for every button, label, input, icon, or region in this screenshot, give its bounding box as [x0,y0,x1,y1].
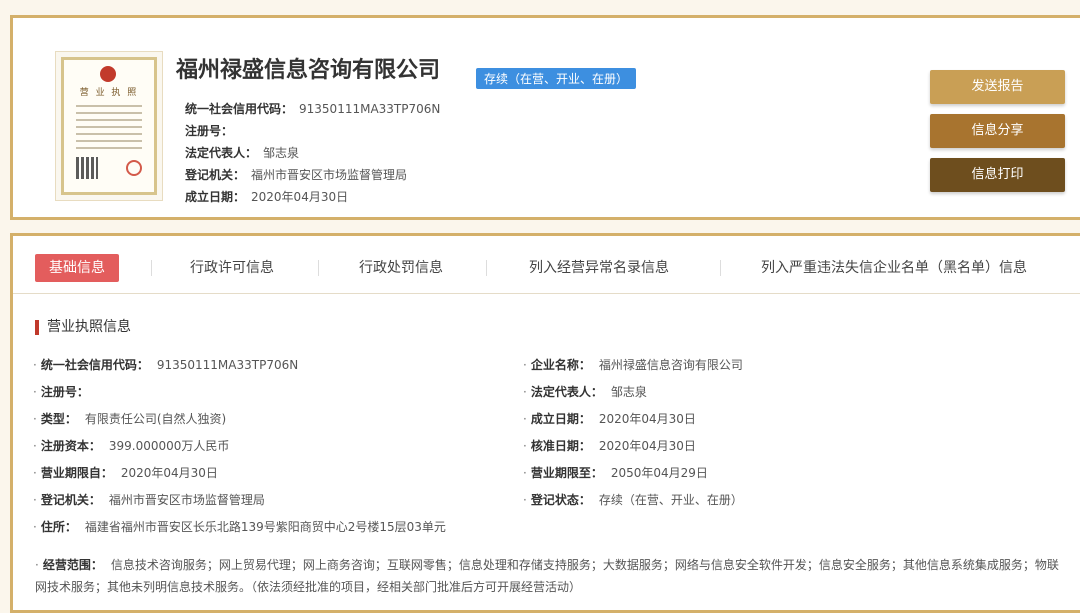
field-value: 邹志泉 [610,385,647,399]
summary-row: 统一社会信用代码： 91350111MA33TP706N [185,98,440,120]
field-label: 登记机关： [40,493,101,507]
company-card: 营 业 执 照 福州禄盛信息咨询有限公司 存续（在营、开业、在册） 统一社会信用… [10,15,1080,220]
field-value: 有限责任公司(自然人独资) [84,412,227,426]
bullet: · [523,439,527,453]
field-value: 福州禄盛信息咨询有限公司 [598,358,743,372]
bullet: · [33,466,37,480]
field-credit-code: · 统一社会信用代码： 91350111MA33TP706N [33,356,298,373]
field-value: 福建省福州市晋安区长乐北路139号紫阳商贸中心2号楼15层03单元 [84,520,446,534]
field-value: 2020年04月30日 [598,412,696,426]
bullet: · [523,358,527,372]
field-reg-number: · 注册号： [33,383,97,400]
summary-value: 福州市晋安区市场监督管理局 [251,168,408,182]
summary-row: 成立日期： 2020年04月30日 [185,186,440,208]
section-title: 营业执照信息 [35,320,131,335]
national-emblem-icon [100,66,116,82]
official-seal-icon [126,160,142,176]
field-label: 注册号： [40,385,89,399]
business-scope: · 经营范围： 信息技术咨询服务；网上贸易代理；网上商务咨询；互联网零售；信息处理和… [35,554,1070,598]
field-label: 注册资本： [40,439,101,453]
bullet: · [523,412,527,426]
bullet: · [523,466,527,480]
field-value: 2020年04月30日 [120,466,218,480]
license-frame: 营 业 执 照 [61,57,157,195]
company-name: 福州禄盛信息咨询有限公司 [176,58,441,83]
summary-row: 法定代表人： 邹志泉 [185,142,440,164]
summary-label: 成立日期： [185,190,246,204]
field-label: 登记状态： [530,493,591,507]
print-info-button[interactable]: 信息打印 [930,158,1065,192]
field-type: · 类型： 有限责任公司(自然人独资) [33,410,226,427]
field-label: 企业名称： [530,358,591,372]
field-label: 统一社会信用代码： [40,358,149,372]
summary-label: 注册号： [185,124,234,138]
bullet: · [33,385,37,399]
field-value: 2050年04月29日 [610,466,708,480]
summary-value: 邹志泉 [263,146,300,160]
tab-admin-license[interactable]: 行政许可信息 [190,254,274,282]
company-summary: 统一社会信用代码： 91350111MA33TP706N 注册号： 法定代表人： 邹… [185,98,440,208]
field-value: 2020年04月30日 [598,439,696,453]
field-label: 核准日期： [530,439,591,453]
tab-blacklist[interactable]: 列入严重违法失信企业名单（黑名单）信息 [761,254,1027,282]
summary-row: 注册号： [185,120,440,142]
bullet: · [33,493,37,507]
summary-value: 91350111MA33TP706N [299,102,441,116]
send-report-button[interactable]: 发送报告 [930,70,1065,104]
tab-divider [318,260,319,276]
field-founded-date: · 成立日期： 2020年04月30日 [523,410,696,427]
field-term-from: · 营业期限自： 2020年04月30日 [33,464,218,481]
field-label: 营业期限至： [530,466,603,480]
qr-code-icon [76,157,98,179]
bullet: · [523,385,527,399]
field-term-to: · 营业期限至： 2050年04月29日 [523,464,708,481]
summary-row: 登记机关： 福州市晋安区市场监督管理局 [185,164,440,186]
summary-label: 法定代表人： [185,146,258,160]
summary-value: 2020年04月30日 [251,190,349,204]
field-label: 法定代表人： [530,385,603,399]
license-title: 营 业 执 照 [79,88,139,98]
field-value: 399.000000万人民币 [108,439,230,453]
field-label: 类型： [40,412,77,426]
tab-abnormal-operation[interactable]: 列入经营异常名录信息 [529,254,669,282]
tab-divider [720,260,721,276]
scope-label: 经营范围： [42,558,103,572]
tab-divider [486,260,487,276]
field-company-name: · 企业名称： 福州禄盛信息咨询有限公司 [523,356,743,373]
bullet: · [33,520,37,534]
bullet: · [523,493,527,507]
field-approval-date: · 核准日期： 2020年04月30日 [523,437,696,454]
bullet: · [33,439,37,453]
status-badge: 存续（在营、开业、在册） [476,68,637,89]
license-text-lines [76,100,142,154]
tab-admin-penalty[interactable]: 行政处罚信息 [359,254,443,282]
tab-basic-info[interactable]: 基础信息 [35,254,119,282]
bullet: · [33,412,37,426]
field-legal-rep: · 法定代表人： 邹志泉 [523,383,647,400]
scope-value: 信息技术咨询服务；网上贸易代理；网上商务咨询；互联网零售；信息处理和存储支持服务… [35,558,1059,594]
field-value: 91350111MA33TP706N [156,358,299,372]
summary-label: 登记机关： [185,168,246,182]
field-value: 存续（在营、开业、在册） [598,493,743,507]
summary-label: 统一社会信用代码： [185,102,294,116]
detail-panel: 基础信息 行政许可信息 行政处罚信息 列入经营异常名录信息 列入严重违法失信企业… [10,233,1080,613]
field-address: · 住所： 福建省福州市晋安区长乐北路139号紫阳商贸中心2号楼15层03单元 [33,518,446,535]
tab-bar: 基础信息 行政许可信息 行政处罚信息 列入经营异常名录信息 列入严重违法失信企业… [13,236,1080,294]
field-label: 住所： [40,520,77,534]
share-info-button[interactable]: 信息分享 [930,114,1065,148]
field-reg-status: · 登记状态： 存续（在营、开业、在册） [523,491,743,508]
field-value: 福州市晋安区市场监督管理局 [108,493,265,507]
tab-divider [151,260,152,276]
bullet: · [35,558,39,572]
field-label: 营业期限自： [40,466,113,480]
field-authority: · 登记机关： 福州市晋安区市场监督管理局 [33,491,265,508]
bullet: · [33,358,37,372]
field-label: 成立日期： [530,412,591,426]
field-capital: · 注册资本： 399.000000万人民币 [33,437,229,454]
business-license-thumbnail[interactable]: 营 业 执 照 [55,51,163,201]
